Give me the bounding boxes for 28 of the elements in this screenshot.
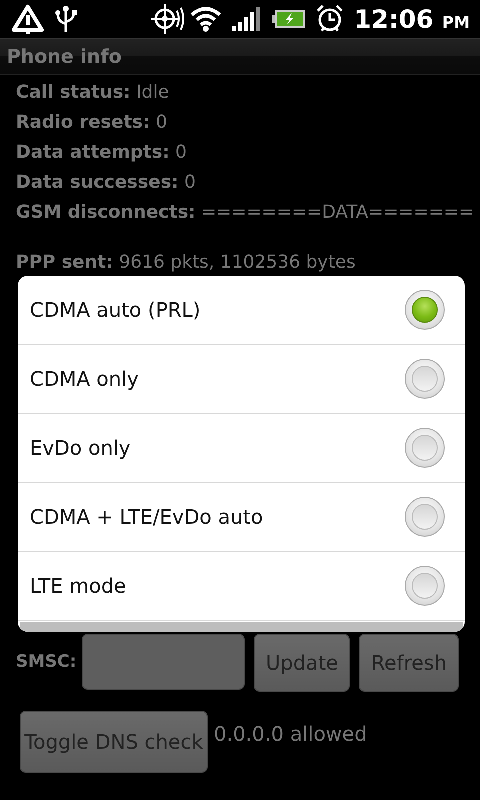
battery-icon: [272, 9, 306, 29]
usb-icon: [54, 4, 78, 34]
network-mode-option[interactable]: CDMA only: [18, 345, 465, 414]
network-mode-option[interactable]: CDMA + LTE/EvDo auto: [18, 483, 465, 552]
smsc-label: SMSC:: [16, 651, 77, 673]
info-line: Radio resets: 0: [16, 111, 168, 135]
alarm-clock-icon: [316, 4, 344, 34]
info-line: GSM disconnects: ========DATA=======: [16, 201, 474, 225]
info-line: Data successes: 0: [16, 171, 196, 195]
gps-icon: [150, 2, 186, 36]
screen-title: Phone info: [6, 45, 122, 68]
wifi-icon: [190, 6, 222, 32]
info-line: Call status: Idle: [16, 81, 170, 105]
radio-button-off[interactable]: [405, 497, 445, 537]
smsc-field[interactable]: [82, 634, 246, 690]
radio-button-off[interactable]: [405, 428, 445, 468]
radio-button-off[interactable]: [405, 359, 445, 399]
info-line: PPP sent: 9616 pkts, 1102536 bytes: [16, 252, 356, 274]
signal-icon: [232, 7, 260, 31]
network-mode-option[interactable]: LTE mode: [18, 552, 465, 621]
info-line: Data attempts: 0: [16, 141, 188, 165]
radio-button-on[interactable]: [405, 290, 445, 330]
warning-icon: [12, 4, 44, 34]
dns-status: 0.0.0.0 allowed: [214, 722, 368, 746]
network-mode-option[interactable]: CDMA auto (PRL): [18, 276, 465, 345]
network-mode-option[interactable]: EvDo only: [18, 414, 465, 483]
clock-time: 12:06 PM: [354, 4, 470, 34]
radio-button-off[interactable]: [405, 566, 445, 606]
